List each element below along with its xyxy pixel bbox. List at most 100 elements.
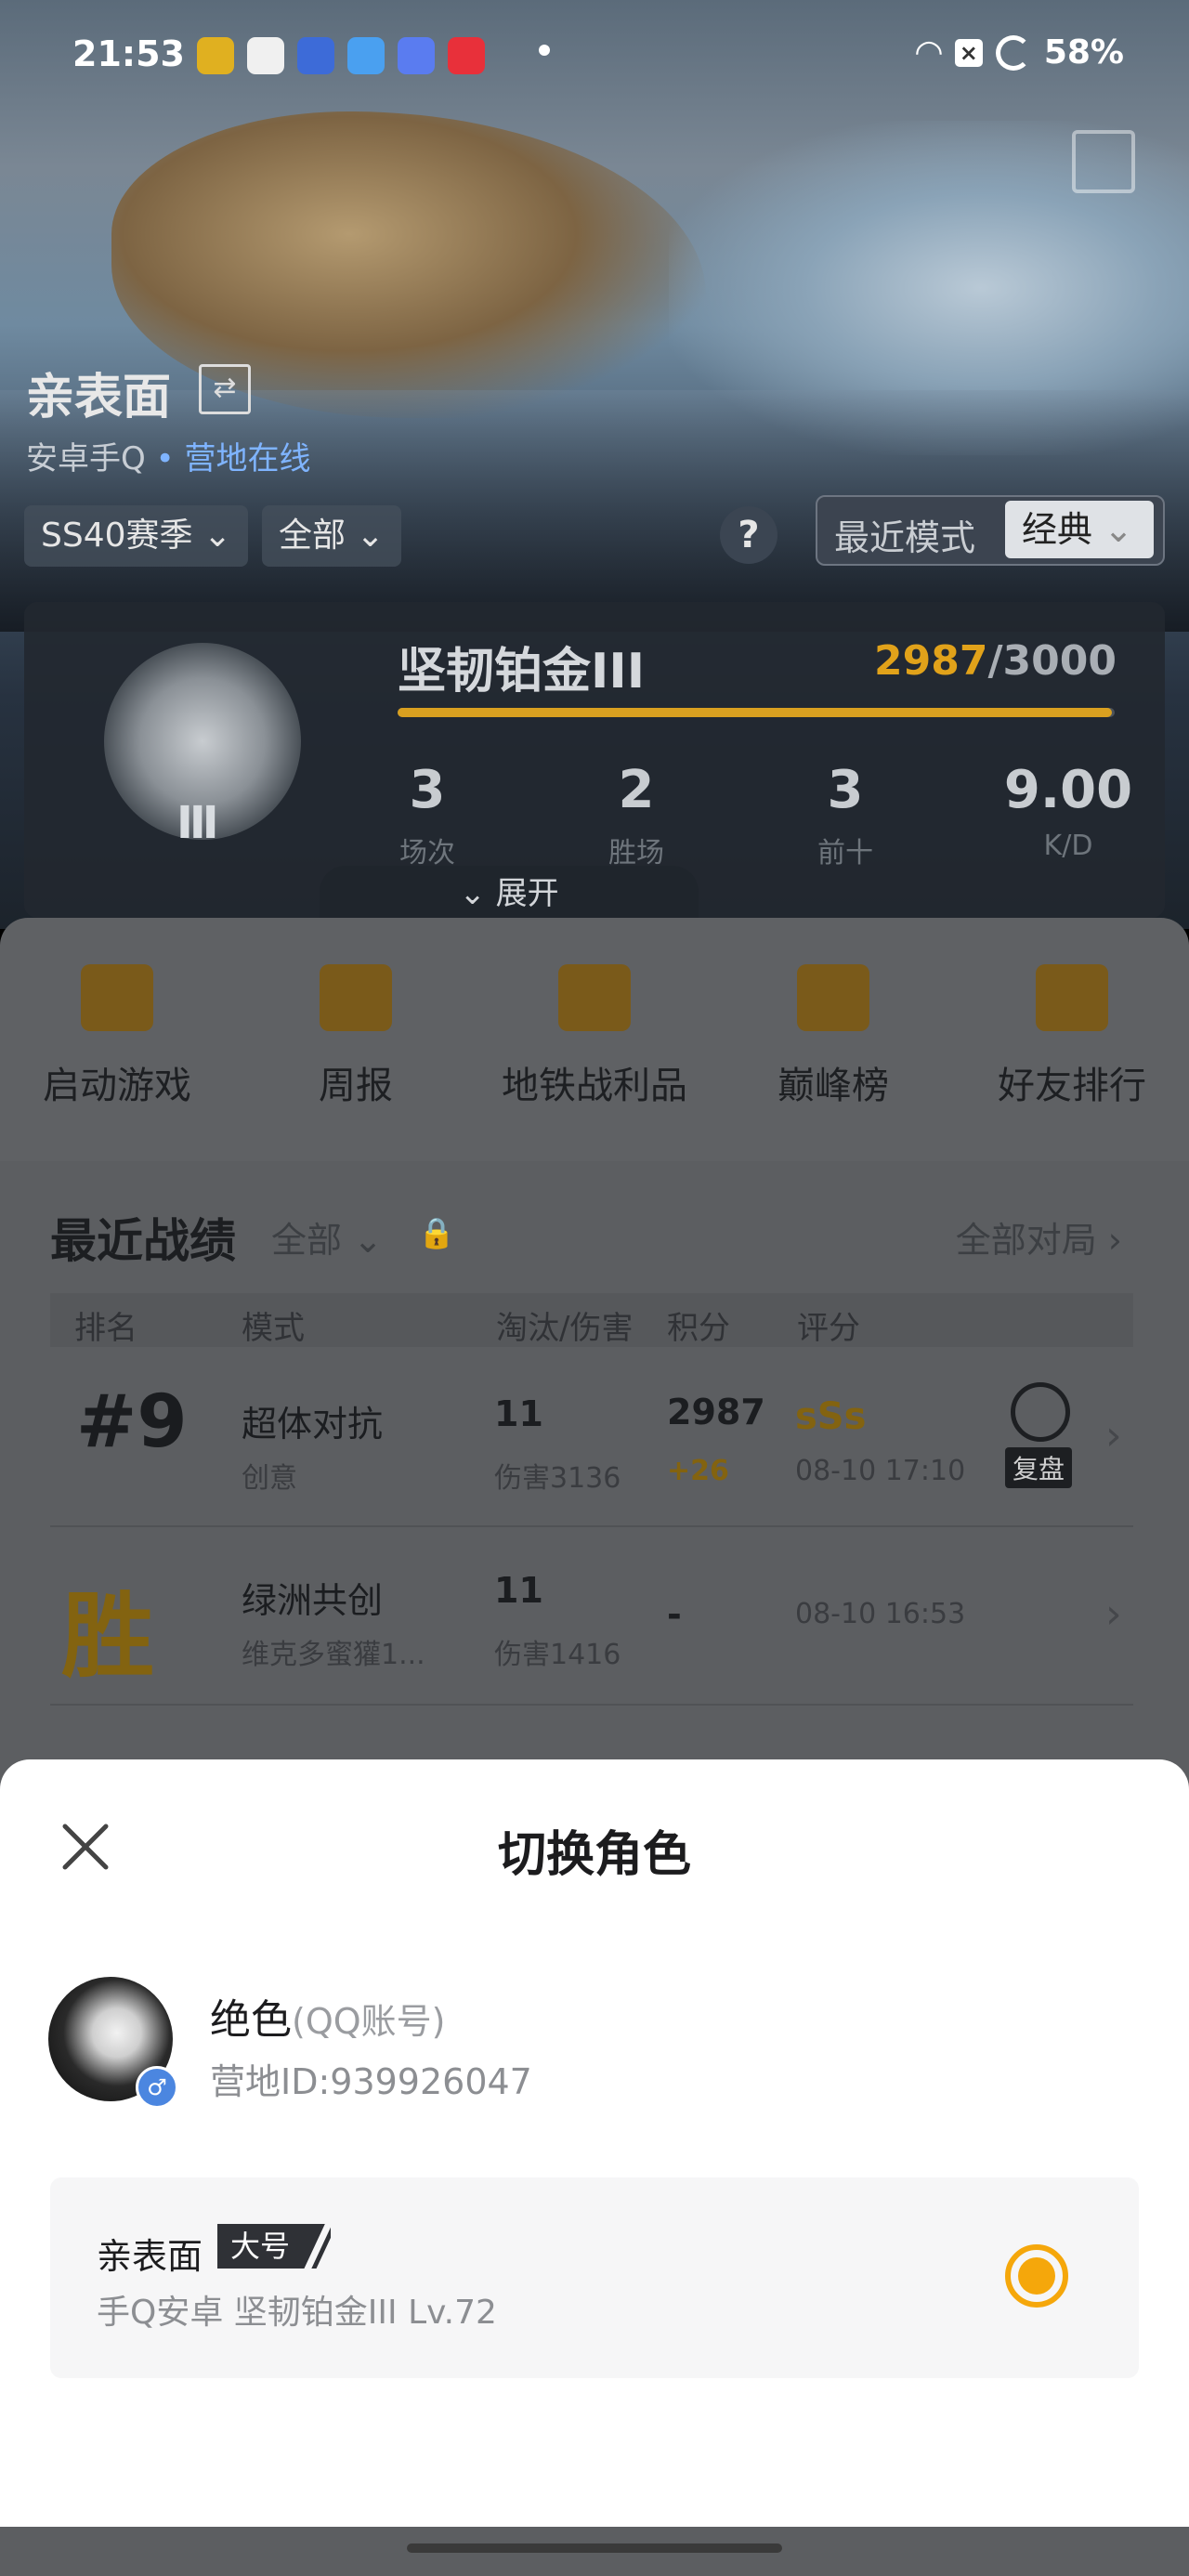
season-select[interactable]: SS40赛季 ⌄ [24,505,249,567]
online-status: 营地在线 [184,440,311,477]
scope-label: 全部 [279,517,346,555]
row-mode: 超体对抗 [242,1404,384,1445]
records-title: 最近战绩 [50,1214,236,1268]
app-notification-icon [297,37,334,74]
records-filter-label: 全部 [271,1220,343,1261]
role-option[interactable] [50,2177,1139,2378]
row-kills: 11 [494,1393,543,1434]
rank-points-current: 2987 [874,637,988,685]
table-row[interactable] [50,1527,1133,1706]
stat-wins: 2 胜场 [571,760,701,870]
status-right: ◠ × 58% [916,33,1124,72]
status-time: 21:53 [72,33,185,74]
lock-icon[interactable]: 🔒 [418,1215,455,1250]
records-filter[interactable]: 全部 ⌄ [271,1211,383,1262]
chevron-right-icon: › [1105,1590,1122,1638]
row-mode-sub: 维克多蜜獾1... [242,1639,425,1671]
male-gender-icon: ♂ [136,2066,178,2109]
camp-id: 营地ID:939926047 [210,2061,532,2102]
row-points: - [667,1594,682,1635]
role-detail: 手Q安卓 坚韧铂金III Lv.72 [97,2294,497,2332]
help-icon[interactable]: ? [720,506,777,564]
stat-label: 场次 [399,837,455,870]
sheet-title: 切换角色 [497,1827,691,1883]
app-notification-icon [398,37,435,74]
quick-action-friend-rank[interactable]: 好友排行 [960,964,1183,1109]
mode-select[interactable]: 经典 ⌄ [1005,501,1154,558]
quick-action-launch-game[interactable]: 启动游戏 [6,964,229,1109]
sim-off-icon: × [954,38,983,67]
player-platform: 安卓手Q [26,440,146,477]
player-subline: 安卓手Q • 营地在线 [26,433,310,478]
expand-button[interactable]: ⌄ 展开 [320,866,699,918]
account-name: 绝色 [210,1996,292,2044]
quick-action-label: 启动游戏 [43,1065,191,1107]
expand-label: 展开 [495,875,559,912]
swap-role-icon[interactable]: ⇄ [199,364,251,414]
stat-value: 9.00 [1003,760,1133,820]
stat-value: 2 [618,760,655,820]
chevron-down-icon: ⌄ [342,1220,383,1261]
rank-points: 2987/3000 [874,637,1117,685]
online-dot: • [155,440,175,477]
row-time: 08-10 17:10 [795,1455,966,1487]
stat-value: 3 [827,760,864,820]
season-label: SS40赛季 [41,517,193,555]
row-delta: +26 [667,1455,729,1487]
row-kills: 11 [494,1570,543,1611]
app-notification-icon [347,37,385,74]
chevron-down-icon: ⌄ [203,517,232,555]
row-time: 08-10 16:53 [795,1598,966,1630]
role-main-tag: 大号 [217,2224,304,2269]
status-app-icons [197,37,485,74]
quick-action-weekly[interactable]: 周报 [244,964,467,1109]
row-rank: #9 [76,1380,188,1464]
col-mode: 模式 [242,1310,305,1347]
stat-label: 胜场 [608,837,664,870]
stat-kd: 9.00 K/D [1003,760,1133,862]
role-radio-dot [1018,2257,1055,2295]
share-icon[interactable] [1072,130,1135,193]
row-score: sSs [795,1395,867,1438]
scope-select[interactable]: 全部 ⌄ [262,505,401,567]
table-row[interactable] [50,1349,1133,1527]
stat-value: 3 [409,760,446,820]
replay-label[interactable]: 复盘 [1005,1447,1073,1488]
row-mode: 绿洲共创 [242,1580,384,1621]
rank-progress-fill [398,708,1112,717]
quick-action-label: 巅峰榜 [777,1065,889,1107]
col-score: 评分 [797,1310,860,1347]
col-points: 积分 [667,1310,730,1347]
all-matches-link[interactable]: 全部对局 › [956,1211,1122,1262]
mode-label: 最近模式 [834,517,976,558]
rank-badge-tier: III [176,797,219,849]
row-mode-sub: 创意 [242,1462,297,1495]
chevron-right-icon: › [1105,1412,1122,1459]
row-rank: 胜 [61,1582,154,1691]
battery-ring-icon [995,34,1031,71]
account-name-line: 绝色(QQ账号) [210,1986,445,2046]
home-indicator[interactable] [407,2543,782,2553]
status-more-dot [539,45,550,56]
replay-icon[interactable] [1011,1382,1070,1442]
shield-crown-icon [797,964,869,1031]
col-kills-damage: 淘汰/伤害 [496,1310,634,1347]
battery-percent: 58% [1043,33,1124,72]
quick-action-peak-rank[interactable]: 巅峰榜 [722,964,945,1109]
row-damage: 伤害3136 [494,1462,621,1495]
row-points: 2987 [667,1392,765,1432]
row-damage: 伤害1416 [494,1639,621,1671]
quick-action-metro-loot[interactable]: 地铁战利品 [483,964,706,1109]
chevron-down-icon: ⌄ [356,517,385,555]
role-tag-decoration [303,2224,331,2269]
metro-badge-icon [558,964,631,1031]
calendar-icon [320,964,392,1031]
stat-label: 前十 [817,837,873,870]
app-notification-icon [247,37,284,74]
stat-top10: 3 前十 [780,760,910,870]
mode-value: 经典 [1022,509,1093,550]
chevron-right-icon: › [1096,1220,1122,1261]
app-notification-icon [197,37,234,74]
quick-action-label: 周报 [319,1065,393,1107]
chevron-down-icon: ⌄ [459,875,496,912]
